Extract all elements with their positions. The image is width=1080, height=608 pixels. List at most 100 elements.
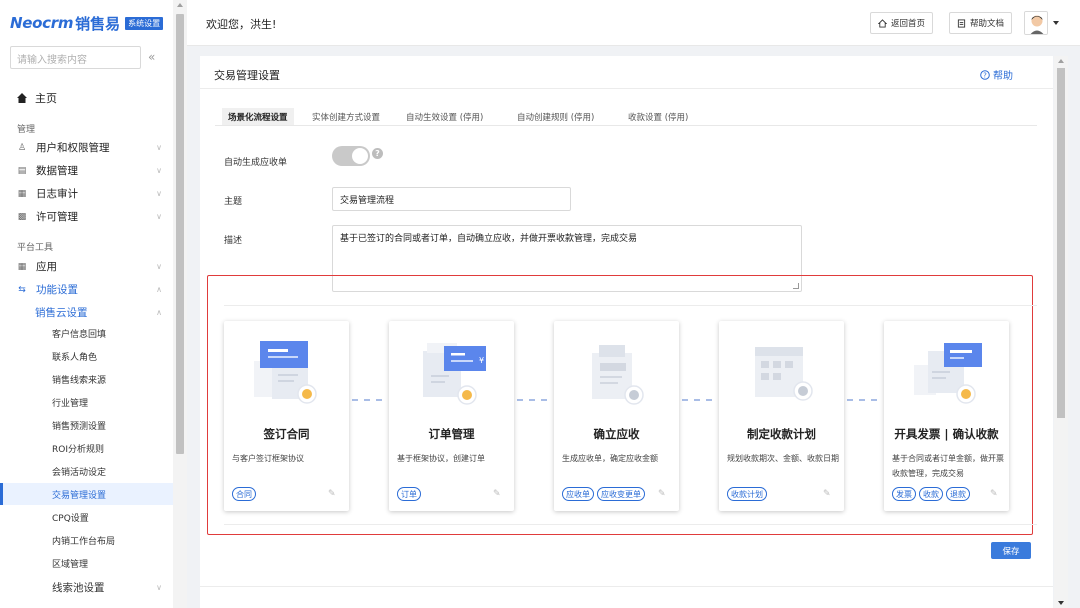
- chevron-down-icon: ∨: [156, 212, 162, 221]
- divider: [200, 586, 1053, 587]
- card-description: 与客户签订框架协议: [232, 454, 304, 463]
- card-title: 签订合同: [263, 427, 310, 441]
- log-icon: ▦: [17, 188, 27, 199]
- question-circle-icon: ?: [980, 69, 990, 80]
- avatar[interactable]: [1024, 11, 1048, 35]
- chevron-down-icon: ∨: [156, 166, 162, 175]
- help-link[interactable]: ? 帮助: [980, 67, 1013, 82]
- flow-card-order[interactable]: ¥ 订单管理 基于框架协议，创建订单 订单 ✎: [389, 321, 514, 511]
- tag-invoice[interactable]: 发票: [892, 487, 916, 501]
- logo[interactable]: Neocrm 销售易 系统设置: [10, 13, 164, 33]
- sliders-icon: ⇆: [18, 284, 26, 295]
- nav-data-management[interactable]: ▤ 数据管理 ∨: [17, 163, 162, 178]
- help-docs-label: 帮助文档: [970, 19, 1005, 29]
- description-label: 描述: [224, 236, 243, 246]
- tag-payment-plan[interactable]: 收款计划: [727, 487, 767, 501]
- nav-leaf-region[interactable]: 区域管理: [0, 552, 173, 574]
- collapse-sidebar-icon[interactable]: «: [148, 50, 155, 64]
- card-title: 制定收款计划: [747, 427, 816, 441]
- flow-card-contract[interactable]: 签订合同 与客户签订框架协议 合同 ✎: [224, 321, 349, 511]
- payment-plan-illustration-icon: [755, 347, 813, 401]
- card-description: 规划收款期次、金额、收款日期: [727, 454, 839, 463]
- nav-leaf-contact-role[interactable]: 联系人角色: [0, 345, 173, 367]
- back-home-button[interactable]: 返回首页: [870, 12, 934, 34]
- nav-leaf-sales-forecast[interactable]: 销售预测设置: [0, 414, 173, 436]
- lock-icon: ▩: [17, 211, 27, 222]
- scroll-up-icon[interactable]: [1058, 59, 1064, 63]
- main-scrollbar[interactable]: [1054, 56, 1068, 608]
- nav-feature-settings[interactable]: ⇆ 功能设置 ∧: [17, 282, 162, 297]
- flow-connector: [517, 399, 547, 401]
- nav-leaf-cpq[interactable]: CPQ设置: [0, 506, 173, 528]
- tab-entity-creation[interactable]: 实体创建方式设置: [312, 108, 380, 125]
- nav-leaf-lead-pool[interactable]: 线索池设置 ∨: [0, 576, 173, 598]
- card-description: 基于合同或者订单金额，做开票收款管理，完成交易: [892, 454, 1004, 478]
- nav-log-audit[interactable]: ▦ 日志审计 ∨: [17, 186, 162, 201]
- contract-illustration-icon: [254, 341, 317, 404]
- tab-scenario-flow[interactable]: 场景化流程设置: [222, 108, 294, 125]
- question-icon[interactable]: ?: [372, 148, 383, 159]
- edit-icon[interactable]: ✎: [990, 489, 998, 499]
- invoice-illustration-icon: [914, 343, 982, 404]
- tag-receivable[interactable]: 应收单: [562, 487, 594, 501]
- nav-leaf-event-settings[interactable]: 会销活动设定: [0, 460, 173, 482]
- flow-connector: [352, 399, 382, 401]
- main-scroll-thumb[interactable]: [1057, 68, 1065, 418]
- flow-card-receivable[interactable]: 确立应收 生成应收单，确定应收金额 应收单 应收变更单 ✎: [554, 321, 679, 511]
- svg-text:¥: ¥: [479, 356, 484, 365]
- tag-contract[interactable]: 合同: [232, 487, 256, 501]
- nav-leaf-lead-source[interactable]: 销售线索来源: [0, 368, 173, 390]
- document-icon: [957, 18, 966, 28]
- main-panel: 交易管理设置 ? 帮助 场景化流程设置 实体创建方式设置 自动生效设置 (停用)…: [200, 56, 1053, 608]
- divider: [224, 305, 1037, 306]
- sidebar-search-input[interactable]: 请输入搜索内容: [10, 46, 141, 69]
- logo-badge: 系统设置: [125, 16, 164, 30]
- nav-sales-cloud-settings[interactable]: 销售云设置 ∧: [35, 305, 162, 320]
- edit-icon[interactable]: ✎: [493, 489, 501, 499]
- sidebar: Neocrm 销售易 系统设置 请输入搜索内容 « 主页 管理 ♙ 用户和权限管…: [0, 0, 173, 608]
- flow-card-payment-plan[interactable]: 制定收款计划 规划收款期次、金额、收款日期 收款计划 ✎: [719, 321, 844, 511]
- chevron-down-icon: ∨: [156, 143, 162, 152]
- welcome-text: 欢迎您，洪生!: [206, 18, 277, 31]
- nav-leaf-industry[interactable]: 行业管理: [0, 391, 173, 413]
- description-text: 基于已签订的合同或者订单，自动确立应收，并做开票收款管理，完成交易: [340, 234, 638, 244]
- nav-feature-settings-label: 功能设置: [36, 284, 78, 296]
- scroll-up-icon[interactable]: [177, 3, 183, 7]
- sidebar-scroll-thumb[interactable]: [176, 14, 184, 454]
- nav-home-label: 主页: [35, 92, 57, 105]
- nav-leaf-transaction-settings[interactable]: 交易管理设置: [0, 483, 173, 505]
- tag-refund[interactable]: 退款: [946, 487, 970, 501]
- nav-leaf-customer-backfill[interactable]: 客户信息回填: [0, 322, 173, 344]
- edit-icon[interactable]: ✎: [658, 489, 666, 499]
- page-title: 交易管理设置: [214, 69, 280, 82]
- scroll-down-icon[interactable]: [1058, 601, 1064, 605]
- user-menu-caret-icon[interactable]: [1053, 21, 1059, 25]
- edit-icon[interactable]: ✎: [328, 489, 336, 499]
- tag-payment[interactable]: 收款: [919, 487, 943, 501]
- users-icon: ♙: [17, 142, 27, 153]
- nav-license-management[interactable]: ▩ 许可管理 ∨: [17, 209, 162, 224]
- logo-product: 销售易: [75, 14, 121, 33]
- tag-receivable-change[interactable]: 应收变更单: [597, 487, 645, 501]
- tab-auto-effect[interactable]: 自动生效设置 (停用): [406, 108, 483, 125]
- tab-payment-settings[interactable]: 收款设置 (停用): [628, 108, 688, 125]
- card-title: 订单管理: [428, 427, 475, 441]
- flow-card-invoice[interactable]: 开具发票 | 确认收款 基于合同或者订单金额，做开票收款管理，完成交易 发票 收…: [884, 321, 1009, 511]
- nav-home[interactable]: 主页: [17, 90, 57, 106]
- save-button[interactable]: 保存: [991, 542, 1031, 559]
- subject-input[interactable]: [332, 187, 571, 211]
- nav-app[interactable]: ▦ 应用 ∨: [17, 259, 162, 274]
- card-title: 确立应收: [593, 427, 640, 441]
- nav-users-permissions[interactable]: ♙ 用户和权限管理 ∨: [17, 140, 162, 155]
- edit-icon[interactable]: ✎: [823, 489, 831, 499]
- home-icon: [17, 93, 27, 103]
- chevron-down-icon: ∨: [156, 262, 162, 271]
- nav-leaf-workbench-layout[interactable]: 内销工作台布局: [0, 529, 173, 551]
- help-docs-button[interactable]: 帮助文档: [949, 12, 1013, 34]
- tag-order[interactable]: 订单: [397, 487, 421, 501]
- nav-leaf-roi-rules[interactable]: ROI分析规则: [0, 437, 173, 459]
- tab-auto-create-rules[interactable]: 自动创建规则 (停用): [517, 108, 594, 125]
- order-illustration-icon: ¥: [423, 343, 486, 405]
- sidebar-scrollbar[interactable]: [173, 0, 187, 608]
- auto-generate-toggle[interactable]: [332, 146, 370, 166]
